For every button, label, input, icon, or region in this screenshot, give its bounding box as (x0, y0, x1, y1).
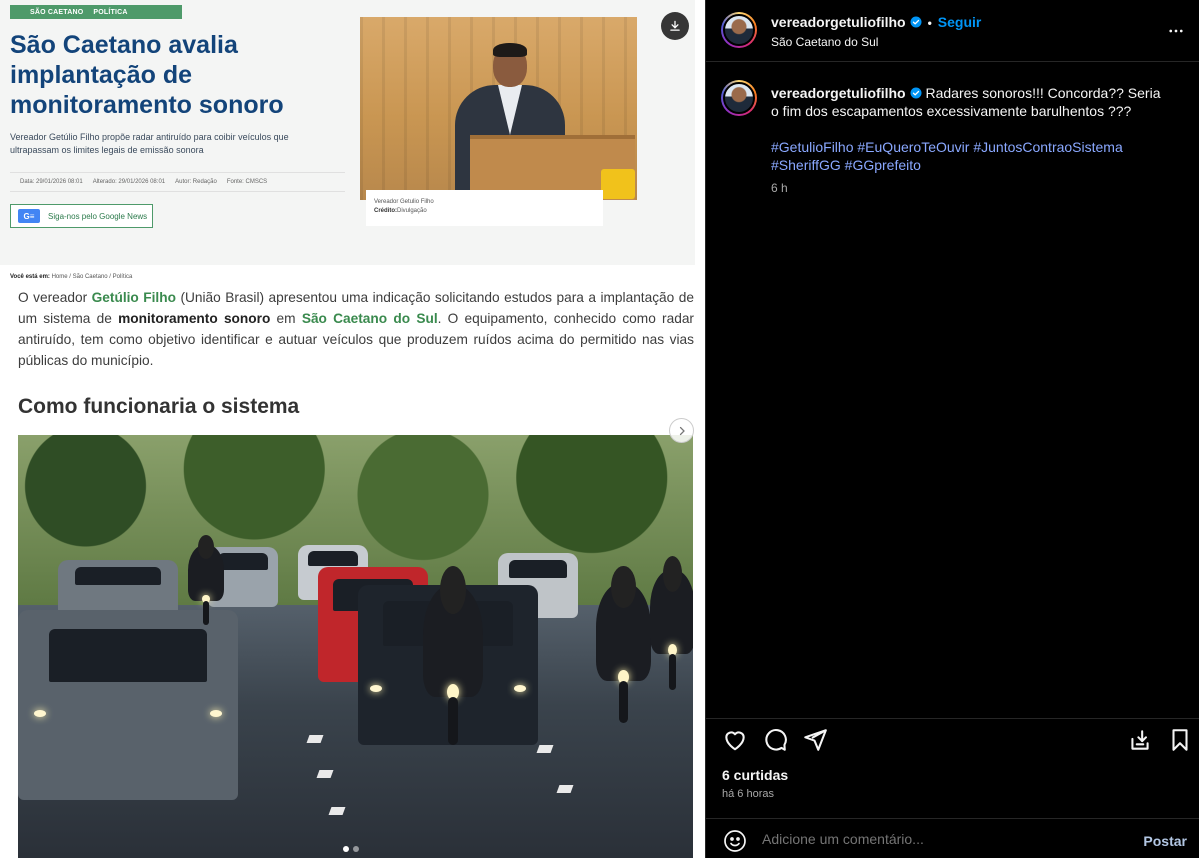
carousel-dot (353, 846, 359, 852)
post-comment-button[interactable]: Postar (1143, 833, 1187, 849)
photo-credit: Divulgação (397, 208, 427, 214)
meta-source: Fonte: CMSCS (226, 179, 268, 185)
traffic-photo (18, 435, 693, 858)
more-options-icon[interactable] (1167, 22, 1185, 40)
comment-input[interactable] (762, 831, 1122, 847)
hashtag-link[interactable]: #SheriffGG (771, 157, 841, 173)
article-photo-speaker (360, 17, 637, 200)
para-text: O vereador (18, 290, 92, 305)
meta-altered: Alterado: 29/01/2026 08:01 (92, 179, 166, 185)
post-location[interactable]: São Caetano do Sul (771, 35, 878, 49)
carousel-dot-active (343, 846, 349, 852)
chamber-crest-icon (601, 169, 635, 199)
comment-icon[interactable] (762, 727, 788, 753)
bookmark-icon[interactable] (1167, 727, 1193, 753)
download-button[interactable] (661, 12, 689, 40)
post-media[interactable]: SÃO CAETANO POLÍTICA São Caetano avalia … (0, 0, 705, 858)
like-count[interactable]: 6 curtidas (722, 767, 788, 783)
post-header: vereadorgetuliofilho • Seguir São Caetano … (706, 0, 1199, 62)
photo-credit-label: Crédito: (374, 208, 397, 214)
author-line: vereadorgetuliofilho • Seguir (771, 14, 981, 30)
post-sidebar: vereadorgetuliofilho • Seguir São Caetano … (705, 0, 1199, 858)
article-meta: Data: 29/01/2026 08:01 Alterado: 29/01/2… (10, 172, 345, 192)
chevron-right-icon (679, 426, 685, 435)
download-icon[interactable] (1127, 727, 1153, 753)
breadcrumb-label: Você está em: (10, 274, 50, 280)
category-tags: SÃO CAETANO POLÍTICA (10, 5, 182, 19)
emoji-icon[interactable] (723, 829, 747, 853)
post-timestamp: há 6 horas (722, 788, 774, 800)
photo-caption: Vereador Getulio Filho Crédito:Divulgaçã… (366, 190, 603, 226)
caption-avatar[interactable] (721, 80, 757, 116)
meta-author: Autor: Redação (175, 179, 217, 185)
comment-bar: Postar (706, 818, 1199, 858)
verified-badge-icon (910, 87, 922, 99)
google-news-label: Siga-nos pelo Google News (48, 211, 148, 221)
post-caption: vereadorgetuliofilho Radares sonoros!!! … (771, 84, 1171, 120)
meta-date: Data: 29/01/2026 08:01 (20, 179, 83, 185)
instagram-post-modal: SÃO CAETANO POLÍTICA São Caetano avalia … (0, 0, 1199, 858)
share-icon[interactable] (802, 727, 828, 753)
download-icon (670, 20, 680, 31)
hashtags: #GetulioFilho #EuQueroTeOuvir #JuntosCon… (771, 138, 1171, 174)
tag-politics: POLÍTICA (93, 8, 128, 16)
para-highlight-name: Getúlio Filho (91, 290, 176, 305)
carousel-indicator (343, 846, 359, 852)
author-username[interactable]: vereadorgetuliofilho (771, 14, 906, 30)
separator-dot: • (927, 16, 932, 30)
article-paragraph: O vereador Getúlio Filho (União Brasil) … (18, 287, 694, 371)
google-news-icon: G≡ (18, 209, 40, 223)
heart-icon[interactable] (722, 727, 748, 753)
hashtag-link[interactable]: #GGprefeito (845, 157, 921, 173)
hashtag-link[interactable]: #JuntosContraoSistema (973, 139, 1122, 155)
article-subhead: Vereador Getúlio Filho propõe radar anti… (10, 132, 289, 155)
action-bar (706, 718, 1199, 758)
verified-badge-icon (910, 16, 922, 28)
carousel-next-button[interactable] (669, 418, 694, 443)
caption-age: 6 h (771, 181, 788, 195)
hashtag-link[interactable]: #EuQueroTeOuvir (857, 139, 969, 155)
para-text: em (270, 311, 302, 326)
photo-caption-name: Vereador Getulio Filho (374, 199, 434, 205)
article-headline: São Caetano avalia implantação de monito… (10, 31, 284, 119)
hashtag-link[interactable]: #GetulioFilho (771, 139, 854, 155)
para-bold: monitoramento sonoro (118, 311, 271, 326)
follow-button[interactable]: Seguir (938, 14, 982, 30)
article-header-image: SÃO CAETANO POLÍTICA São Caetano avalia … (0, 0, 695, 265)
google-news-badge: G≡ Siga-nos pelo Google News (10, 204, 153, 228)
caption-username[interactable]: vereadorgetuliofilho (771, 85, 906, 101)
breadcrumb-path: Home / São Caetano / Política (51, 274, 133, 280)
avatar[interactable] (721, 12, 757, 48)
para-highlight-city: São Caetano do Sul (301, 311, 438, 326)
tag-city: SÃO CAETANO (30, 8, 84, 16)
section-heading: Como funcionaria o sistema (18, 395, 300, 418)
breadcrumb: Você está em: Home / São Caetano / Polít… (10, 274, 132, 280)
